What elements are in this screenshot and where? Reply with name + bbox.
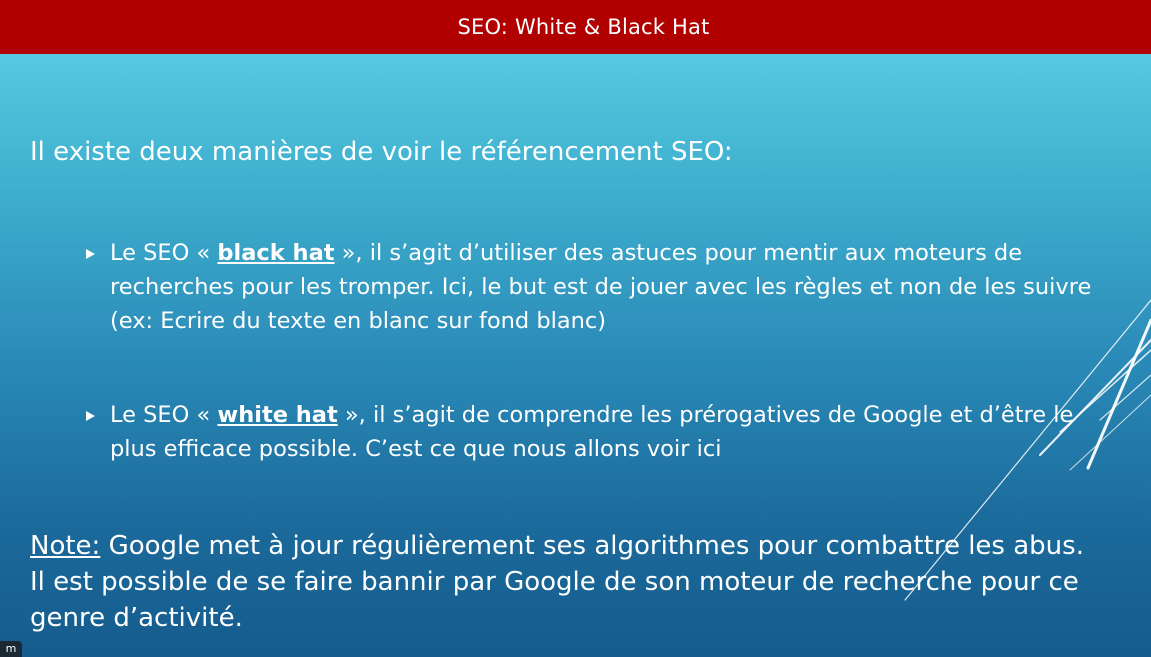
bullet-white-hat: Le SEO « white hat », il s’agit de compr…: [86, 398, 1116, 466]
slide-title: SEO: White & Black Hat: [457, 15, 710, 39]
bullet-black-hat: Le SEO « black hat », il s’agit d’utilis…: [86, 236, 1116, 338]
bullet-content: Le SEO « black hat », il s’agit d’utilis…: [110, 236, 1116, 338]
note-label: Note:: [30, 531, 101, 561]
slide-title-bar: SEO: White & Black Hat: [0, 0, 1151, 54]
bullet-keyword: black hat: [217, 240, 335, 266]
bullet-arrow-icon: [86, 249, 95, 259]
note-paragraph: Note: Google met à jour régulièrement se…: [30, 528, 1090, 636]
bullet-keyword: white hat: [217, 402, 338, 428]
corner-badge[interactable]: m: [0, 641, 22, 657]
bullet-arrow-icon: [86, 411, 95, 421]
bullet-content: Le SEO « white hat », il s’agit de compr…: [110, 398, 1116, 466]
intro-text: Il existe deux manières de voir le référ…: [30, 137, 733, 167]
bullet-prefix: Le SEO «: [110, 240, 218, 266]
bullet-prefix: Le SEO «: [110, 402, 218, 428]
note-text: Google met à jour régulièrement ses algo…: [30, 531, 1084, 633]
